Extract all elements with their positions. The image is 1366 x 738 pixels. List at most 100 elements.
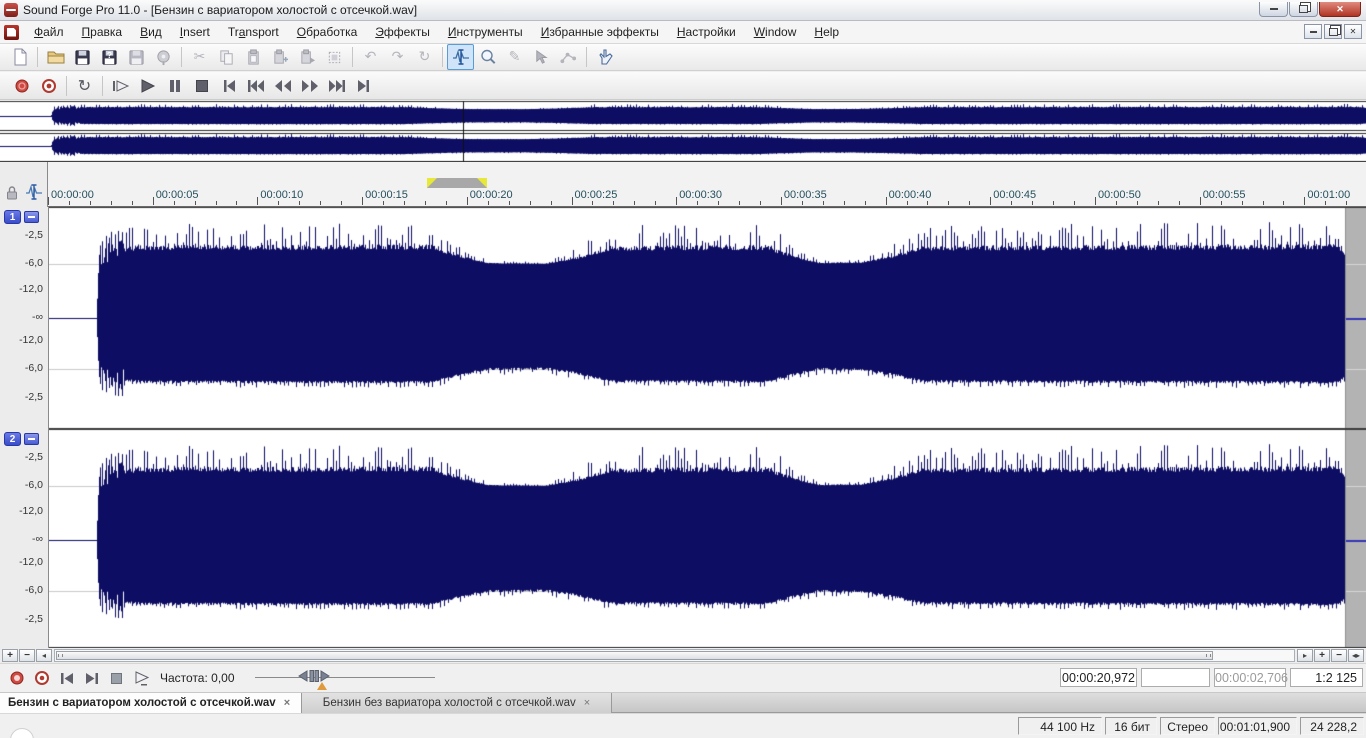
minimize-button[interactable] [1259, 2, 1288, 17]
play-button[interactable] [134, 73, 161, 99]
paste-icon [248, 48, 259, 65]
pencil-tool-button[interactable]: ✎ [501, 44, 528, 70]
ruler-tick [1220, 201, 1222, 205]
scrub-slider-track[interactable] [255, 677, 435, 678]
waveform-display[interactable] [48, 207, 1366, 648]
zoom-out-left-button[interactable]: − [19, 649, 35, 662]
scroll-left-button[interactable]: ◂ [36, 649, 52, 662]
menu-item-window[interactable]: Window [745, 21, 806, 43]
zoom-in-time-button[interactable]: + [1314, 649, 1330, 662]
skip-back-button[interactable] [242, 73, 269, 99]
ruler-tick [843, 201, 845, 205]
tab-close-icon[interactable]: × [584, 697, 590, 709]
menu-item-help[interactable]: Help [805, 21, 848, 43]
menu-item-options[interactable]: Настройки [668, 21, 745, 43]
scroll-right-button[interactable]: ▸ [1297, 649, 1313, 662]
mini-go-to-end-button[interactable] [81, 668, 102, 688]
mini-record-button[interactable] [6, 668, 27, 688]
tab-close-icon[interactable]: × [284, 697, 290, 709]
stop-icon [195, 79, 208, 92]
ruler-tick [1011, 201, 1013, 205]
play-all-button[interactable] [107, 73, 134, 99]
zoom-fit-button[interactable]: ◂▸ [1348, 649, 1364, 662]
envelope-tool-button[interactable] [555, 44, 582, 70]
selection-length-display: 00:00:02,706 [1214, 668, 1288, 687]
trim-icon [328, 51, 341, 63]
waveform-overview[interactable] [0, 100, 1366, 162]
go-to-start-button[interactable] [215, 73, 242, 99]
time-ruler[interactable]: 00:00:00 00:00:05 00:00:10 00:00:15 00:00:20… [0, 162, 1366, 207]
document-tab-1[interactable]: Бензин с вариатором холостой с отсечкой.… [0, 693, 302, 713]
forward-button[interactable] [296, 73, 323, 99]
edit-tool-button[interactable] [447, 44, 474, 70]
ruler-tick [131, 201, 133, 205]
ruler-time-label: 00:00:50 [1098, 189, 1141, 201]
loop-playback-button[interactable]: ↻ [71, 73, 98, 99]
scrub-slider-handle[interactable] [298, 669, 330, 683]
channel-1-collapse-button[interactable] [24, 211, 39, 223]
mini-play-button[interactable] [131, 668, 152, 688]
touch-tool-button[interactable] [591, 44, 618, 70]
pause-button[interactable] [161, 73, 188, 99]
menu-item-transport[interactable]: Transport [219, 21, 288, 43]
publish-icon [157, 49, 170, 65]
new-file-button[interactable] [6, 44, 33, 70]
waveform-editor: 1 2 -2,5 -6,0 -12,0 -∞ -12,0 -6,0 -2,5 -2,5 -6,0… [0, 207, 1366, 648]
go-to-end-button[interactable] [350, 73, 377, 99]
menu-item-process[interactable]: Обработка [288, 21, 367, 43]
paste-to-new-button[interactable] [294, 44, 321, 70]
mdi-close-button[interactable]: ✕ [1344, 24, 1362, 39]
menu-item-tools[interactable]: Инструменты [439, 21, 532, 43]
event-tool-button[interactable] [528, 44, 555, 70]
record-button[interactable] [8, 73, 35, 99]
mini-transport [6, 668, 152, 688]
save-all-button[interactable] [123, 44, 150, 70]
document-tab-2[interactable]: Бензин без вариатора холостой с отсечкой… [302, 693, 612, 713]
publish-button[interactable] [150, 44, 177, 70]
menu-item-favorite-effects[interactable]: Избранные эффекты [532, 21, 668, 43]
menu-item-view[interactable]: Вид [131, 21, 171, 43]
channel-1-badge[interactable]: 1 [4, 210, 21, 224]
magnify-tool-button[interactable] [474, 44, 501, 70]
redo-button[interactable]: ↷ [384, 44, 411, 70]
paste-special-button[interactable] [267, 44, 294, 70]
ruler-tick [1262, 201, 1264, 205]
mini-stop-button[interactable] [106, 668, 127, 688]
save-as-button[interactable]: ? [96, 44, 123, 70]
skip-forward-button[interactable] [323, 73, 350, 99]
trim-button[interactable] [321, 44, 348, 70]
zoom-out-time-button[interactable]: − [1331, 649, 1347, 662]
channel-2-badge[interactable]: 2 [4, 432, 21, 446]
mini-go-to-start-button[interactable] [56, 668, 77, 688]
close-button[interactable]: ✕ [1319, 2, 1361, 17]
open-file-icon [47, 51, 64, 64]
save-button[interactable] [69, 44, 96, 70]
paste-button[interactable] [240, 44, 267, 70]
mini-record-special-button[interactable] [31, 668, 52, 688]
menu-item-file[interactable]: Файл [25, 21, 73, 43]
open-file-button[interactable] [42, 44, 69, 70]
mdi-minimize-button[interactable] [1304, 24, 1322, 39]
copy-button[interactable] [213, 44, 240, 70]
scrollbar-track[interactable] [54, 649, 1295, 662]
mdi-restore-button[interactable] [1324, 24, 1342, 39]
transport-toolbar: ↻ [0, 72, 1366, 100]
rewind-button[interactable] [269, 73, 296, 99]
ruler-scale: 00:00:00 00:00:05 00:00:10 00:00:15 00:00:20… [0, 162, 1366, 206]
cut-button[interactable]: ✂ [186, 44, 213, 70]
time-displays: 00:00:20,972 00:00:02,706 1:2 125 [1060, 668, 1363, 687]
menu-item-edit[interactable]: Правка [73, 21, 132, 43]
repeat-button[interactable]: ↻ [411, 44, 438, 70]
scrollbar-thumb[interactable] [56, 651, 1213, 660]
menu-item-insert[interactable]: Insert [171, 21, 219, 43]
window-title: Sound Forge Pro 11.0 - [Бензин с вариато… [23, 3, 418, 17]
channel-2-collapse-button[interactable] [24, 433, 39, 445]
zoom-in-left-button[interactable]: + [2, 649, 18, 662]
db-scale-label: -∞ [32, 311, 43, 323]
undo-button[interactable]: ↶ [357, 44, 384, 70]
restore-button[interactable] [1289, 2, 1318, 17]
partial-window-artifact [10, 728, 34, 738]
stop-button[interactable] [188, 73, 215, 99]
record-special-button[interactable] [35, 73, 62, 99]
menu-item-effects[interactable]: Эффекты [366, 21, 439, 43]
